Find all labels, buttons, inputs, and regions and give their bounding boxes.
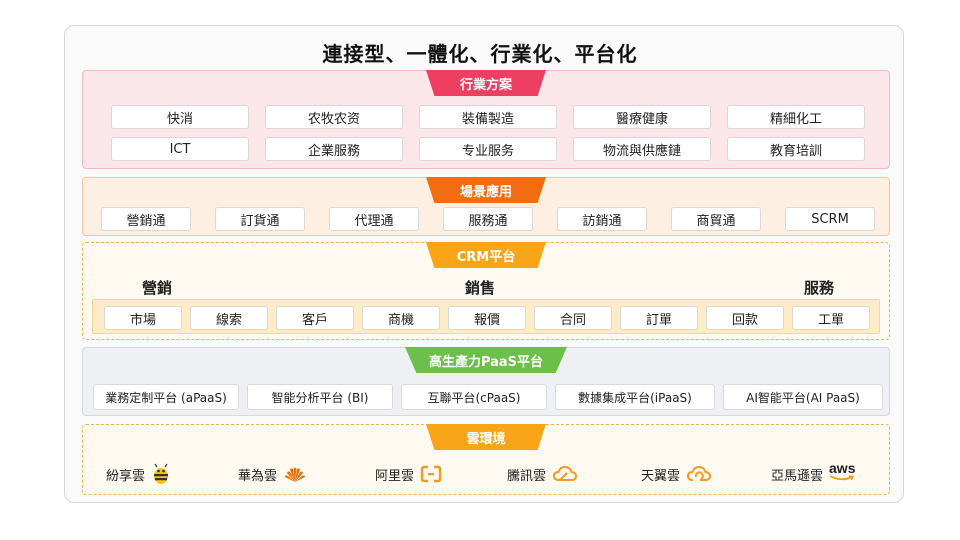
- cloud-item-aliyun: 阿里雲: [375, 461, 442, 487]
- cloud-banner: 雲環境: [426, 424, 546, 450]
- scene-chip: 代理通: [329, 207, 419, 231]
- paas-chip: 業務定制平台 (aPaaS): [93, 384, 239, 410]
- bee-logo-icon: [151, 463, 171, 485]
- crm-chip: 回款: [706, 306, 784, 330]
- scene-banner: 場景應用: [426, 177, 546, 203]
- cloud-item-tianyi: 天翼雲: [641, 461, 712, 487]
- cloud-item-fxiaoke: 紛享雲: [106, 461, 171, 487]
- scene-chip: SCRM: [785, 207, 875, 231]
- industry-chip: ICT: [111, 137, 249, 161]
- crm-group-marketing: 營銷: [142, 279, 173, 297]
- crm-chip: 合同: [534, 306, 612, 330]
- crm-chip: 訂單: [620, 306, 698, 330]
- paas-chip: AI智能平台(AI PaaS): [723, 384, 883, 410]
- crm-group-sales: 銷售: [465, 279, 496, 297]
- cloud-label: 亞馬遜雲: [771, 468, 824, 484]
- scene-chip: 訪銷通: [557, 207, 647, 231]
- cloud-label: 阿里雲: [375, 468, 415, 484]
- cloud-item-huawei: 華為雲: [238, 461, 307, 487]
- crm-chip: 工單: [792, 306, 870, 330]
- cloud-section: 雲環境: [82, 424, 890, 495]
- aliyun-logo-icon: [420, 465, 442, 483]
- cloud-label: 紛享雲: [106, 468, 146, 484]
- industry-chip: 农牧农资: [265, 105, 403, 129]
- industry-banner: 行業方案: [426, 70, 546, 96]
- industry-chip: 教育培訓: [727, 137, 865, 161]
- aws-wordmark: aws: [829, 459, 856, 476]
- paas-chip: 互聯平台(cPaaS): [401, 384, 547, 410]
- scene-chip: 服務通: [443, 207, 533, 231]
- industry-chip: 快消: [111, 105, 249, 129]
- crm-chip: 市場: [104, 306, 182, 330]
- crm-chip: 客戶: [276, 306, 354, 330]
- cloud-item-tencent: 騰訊雲: [507, 461, 578, 487]
- crm-chip: 線索: [190, 306, 268, 330]
- industry-chip: 专业服务: [419, 137, 557, 161]
- tianyi-cloud-logo-icon: [686, 465, 712, 483]
- crm-chip: 報價: [448, 306, 526, 330]
- page-title: 連接型、一體化、行業化、平台化: [322, 42, 638, 66]
- scene-chip: 營銷通: [101, 207, 191, 231]
- crm-chip: 商機: [362, 306, 440, 330]
- cloud-item-aws: 亞馬遜雲 aws: [771, 461, 855, 487]
- industry-chip: 精細化工: [727, 105, 865, 129]
- tencent-cloud-logo-icon: [552, 465, 578, 483]
- industry-chip: 裝備製造: [419, 105, 557, 129]
- scene-chip: 商貿通: [671, 207, 761, 231]
- cloud-label: 華為雲: [238, 468, 278, 484]
- paas-chip: 數據集成平台(iPaaS): [555, 384, 715, 410]
- crm-group-service: 服務: [804, 279, 835, 297]
- paas-banner: 高生產力PaaS平台: [405, 347, 567, 373]
- paas-chip: 智能分析平台 (BI): [247, 384, 393, 410]
- cloud-label: 天翼雲: [641, 468, 681, 484]
- industry-chip: 醫療健康: [573, 105, 711, 129]
- crm-banner: CRM平台: [426, 242, 546, 268]
- aws-logo-icon: aws: [829, 461, 855, 482]
- cloud-label: 騰訊雲: [507, 468, 547, 484]
- huawei-logo-icon: [283, 464, 307, 484]
- industry-chip: 企業服務: [265, 137, 403, 161]
- industry-chip: 物流與供應鏈: [573, 137, 711, 161]
- scene-chip: 訂貨通: [215, 207, 305, 231]
